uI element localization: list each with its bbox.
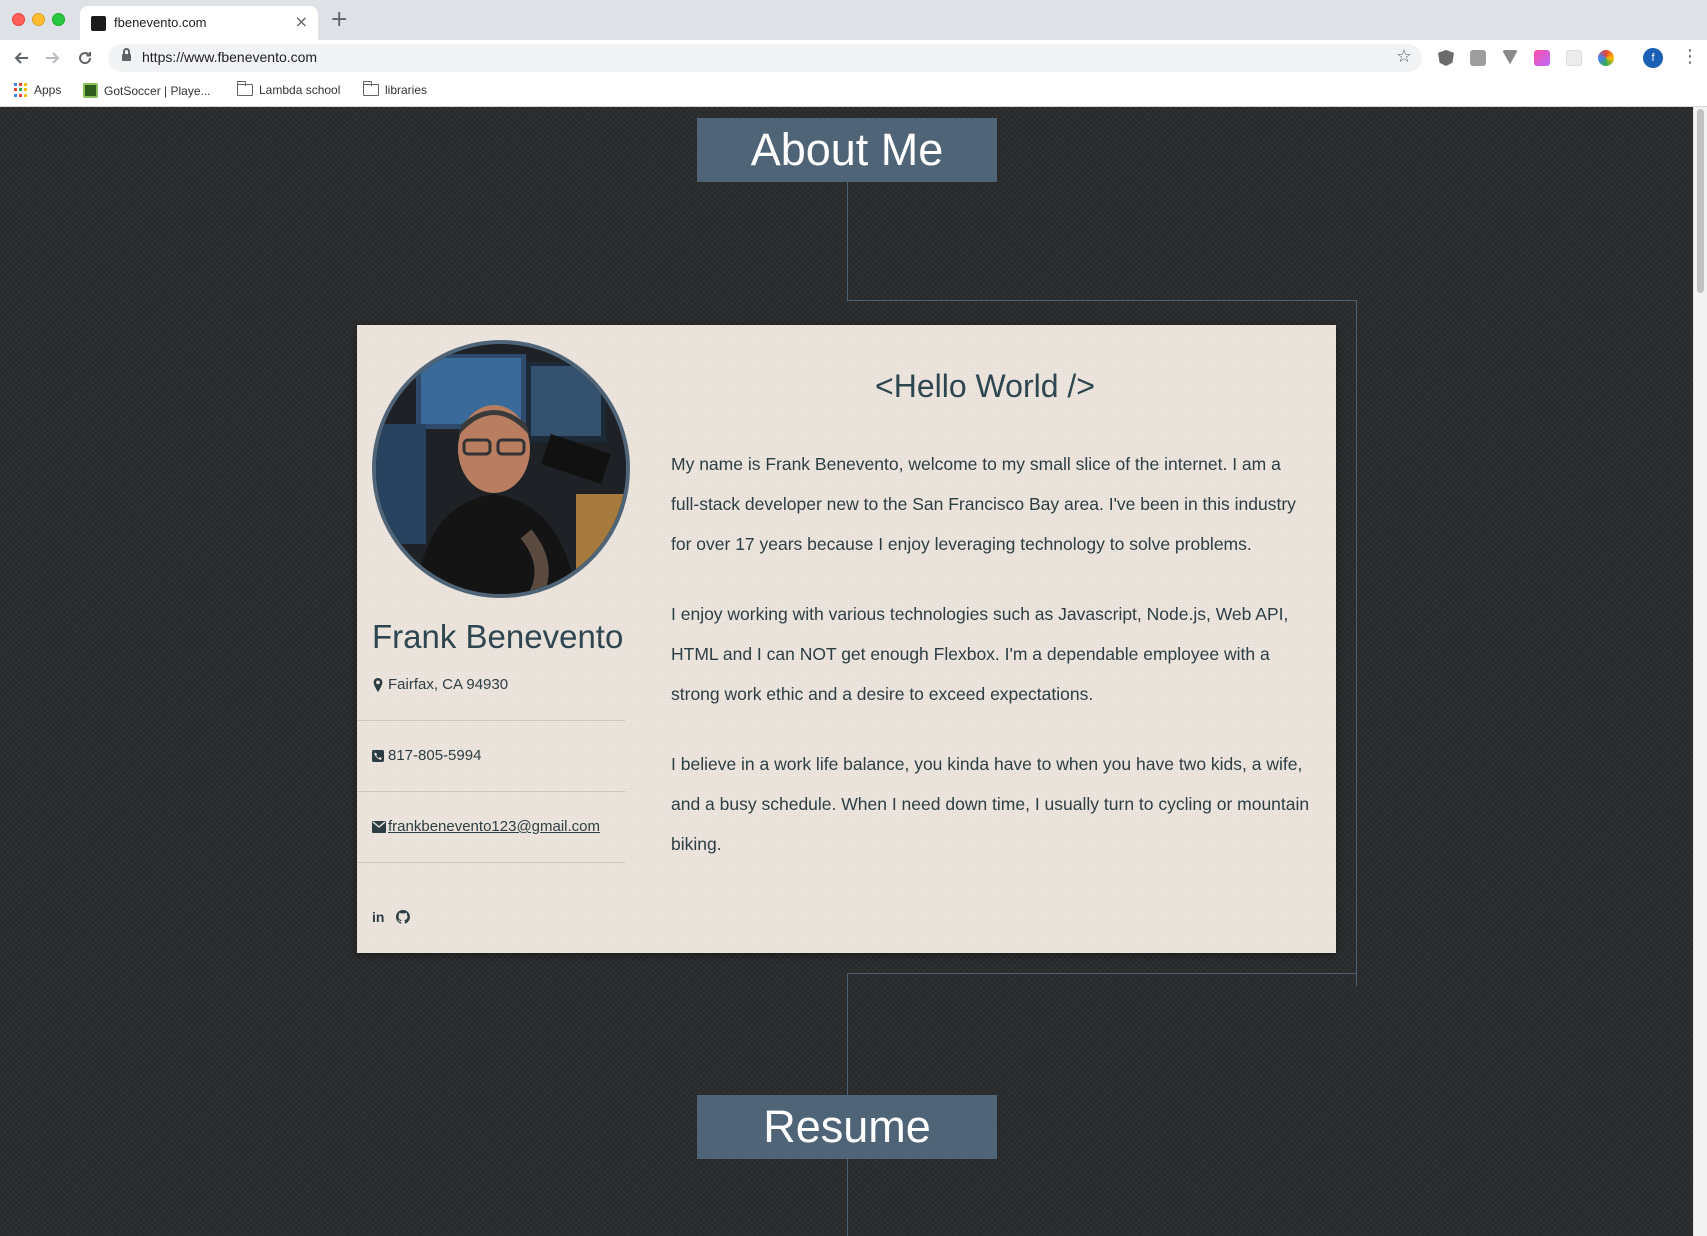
- connector-line: [847, 973, 1357, 974]
- resume-header: Resume: [697, 1095, 997, 1159]
- about-card: Frank Benevento Fairfax, CA 94930 817-80…: [357, 325, 1336, 953]
- bookmark-lambda-school[interactable]: Lambda school: [236, 81, 341, 97]
- arrow-left-icon: [14, 52, 28, 64]
- bookmark-gotsoccer[interactable]: GotSoccer | Playe...: [83, 83, 211, 98]
- location-row: Fairfax, CA 94930: [357, 650, 625, 721]
- linkedin-icon[interactable]: in: [372, 909, 384, 925]
- intro-paragraph: I believe in a work life balance, you ki…: [671, 754, 1310, 854]
- bookmark-apps[interactable]: Apps: [14, 83, 61, 97]
- tab-close-icon[interactable]: ×: [295, 12, 308, 32]
- bookmark-star-icon[interactable]: ☆: [1396, 46, 1412, 67]
- gotsoccer-icon: [83, 83, 98, 98]
- forward-button[interactable]: [40, 45, 66, 71]
- close-window-button[interactable]: [12, 13, 25, 26]
- social-links: in: [372, 909, 411, 925]
- vertical-scrollbar[interactable]: [1693, 107, 1707, 1236]
- intro-paragraph: My name is Frank Benevento, welcome to m…: [671, 454, 1296, 554]
- address-bar[interactable]: https://www.fbenevento.com ☆: [108, 44, 1422, 72]
- menu-icon[interactable]: ⋮: [1681, 46, 1699, 68]
- map-marker-icon: [373, 678, 383, 692]
- bookmarks-bar: Apps GotSoccer | Playe... Lambda school …: [0, 76, 1707, 107]
- apps-grid-icon: [14, 83, 28, 97]
- angular-icon[interactable]: [1438, 50, 1454, 66]
- reload-button[interactable]: [72, 45, 98, 71]
- bookmark-libraries[interactable]: libraries: [362, 81, 428, 97]
- envelope-icon: [372, 821, 386, 833]
- url-text[interactable]: https://www.fbenevento.com: [142, 49, 317, 65]
- minimize-window-button[interactable]: [32, 13, 45, 26]
- profile-avatar[interactable]: f: [1643, 48, 1663, 68]
- connector-line: [1356, 300, 1357, 986]
- vue-icon[interactable]: [1502, 50, 1518, 65]
- github-icon[interactable]: [396, 910, 411, 924]
- intro-paragraph: I enjoy working with various technologie…: [671, 604, 1289, 704]
- scrollbar-thumb[interactable]: [1697, 109, 1704, 293]
- bookmark-label: Lambda school: [259, 83, 341, 97]
- connector-line: [847, 300, 1357, 301]
- bookmark-label: Apps: [34, 83, 62, 97]
- tab-title: fbenevento.com: [114, 15, 207, 30]
- browser-toolbar: https://www.fbenevento.com ☆ f ⋮: [0, 40, 1707, 76]
- bookmark-label: GotSoccer | Playe...: [104, 83, 211, 98]
- intro-heading: <Hello World />: [875, 368, 1095, 404]
- favicon-icon: [91, 16, 106, 31]
- browser-tab-bar: fbenevento.com × +: [0, 0, 1707, 40]
- profile-photo: [372, 340, 630, 598]
- location-text: Fairfax, CA 94930: [388, 676, 509, 693]
- grid-icon[interactable]: [1566, 50, 1582, 66]
- email-link[interactable]: frankbenevento123@gmail.com: [388, 818, 600, 835]
- about-me-header: About Me: [697, 118, 997, 182]
- page-viewport: About Me Frank Benevento Fairfax, CA 949…: [0, 107, 1693, 1236]
- phone-text: 817-805-5994: [388, 747, 482, 764]
- ublock-icon[interactable]: [1470, 50, 1486, 66]
- back-button[interactable]: [8, 45, 34, 71]
- maximize-window-button[interactable]: [52, 13, 65, 26]
- email-row: frankbenevento123@gmail.com: [357, 792, 625, 863]
- phone-icon: [372, 750, 384, 762]
- gradient-icon[interactable]: [1534, 50, 1550, 66]
- arrow-right-icon: [46, 52, 60, 64]
- connector-line: [847, 1159, 848, 1236]
- bookmark-label: libraries: [385, 83, 428, 97]
- new-tab-button[interactable]: +: [330, 7, 348, 33]
- browser-tab[interactable]: fbenevento.com ×: [80, 6, 318, 40]
- phone-row: 817-805-5994: [357, 721, 625, 792]
- connector-line: [847, 182, 848, 300]
- folder-icon: [236, 81, 253, 96]
- lock-icon: [122, 48, 131, 63]
- reload-icon: [79, 52, 92, 65]
- connector-line: [847, 973, 848, 1095]
- folder-icon: [362, 81, 379, 96]
- color-picker-icon[interactable]: [1598, 50, 1614, 66]
